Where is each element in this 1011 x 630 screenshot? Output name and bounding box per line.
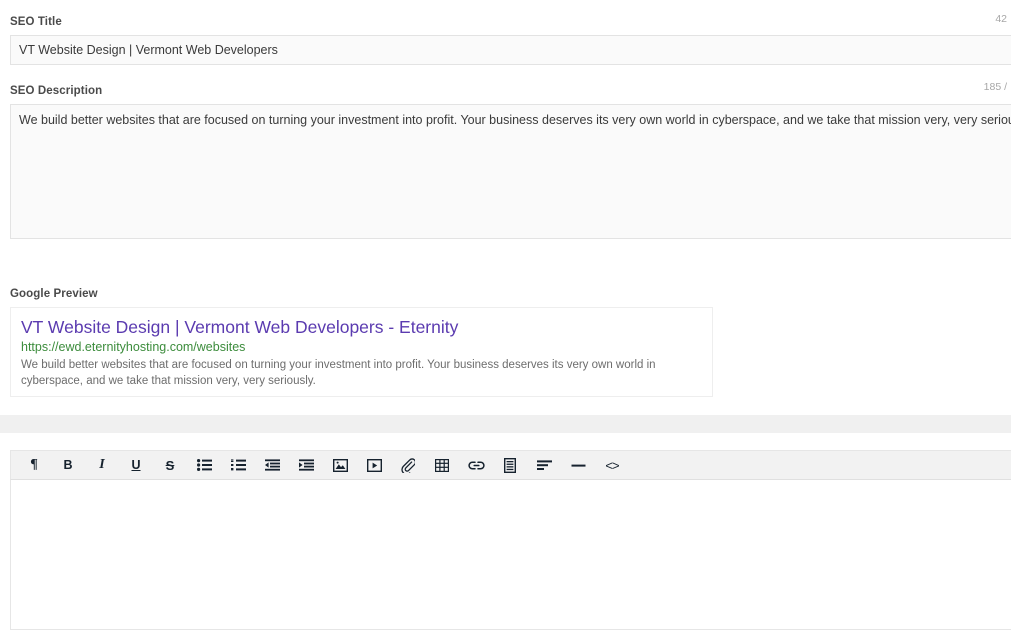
italic-glyph: I bbox=[99, 457, 105, 472]
google-preview-title[interactable]: VT Website Design | Vermont Web Develope… bbox=[21, 317, 702, 338]
code-icon[interactable]: <> bbox=[595, 451, 629, 479]
google-preview-url: https://ewd.eternityhosting.com/websites bbox=[21, 340, 246, 354]
paragraph-icon[interactable]: ¶ bbox=[17, 451, 51, 479]
editor-content-area[interactable] bbox=[10, 480, 1011, 630]
seo-title-input[interactable] bbox=[10, 35, 1011, 65]
underline-icon[interactable]: U bbox=[119, 451, 153, 479]
code-glyph: <> bbox=[605, 457, 619, 473]
italic-icon[interactable]: I bbox=[85, 451, 119, 479]
strikethrough-icon[interactable]: S bbox=[153, 451, 187, 479]
ordered-list-icon[interactable] bbox=[221, 451, 255, 479]
seo-description-char-counter: 185 / bbox=[983, 81, 1007, 93]
seo-description-label-text: SEO Description bbox=[10, 85, 103, 97]
image-icon[interactable] bbox=[323, 451, 357, 479]
seo-title-label-text: SEO Title bbox=[10, 16, 62, 28]
bold-glyph: B bbox=[63, 457, 73, 472]
google-preview-description: We build better websites that are focuse… bbox=[21, 359, 656, 387]
rich-text-editor: ¶ B I U S <> bbox=[10, 450, 1011, 630]
blockquote-icon[interactable] bbox=[493, 451, 527, 479]
seo-description-textarea[interactable] bbox=[10, 104, 1011, 239]
attachment-icon[interactable] bbox=[391, 451, 425, 479]
paragraph-glyph: ¶ bbox=[30, 457, 38, 472]
video-icon[interactable] bbox=[357, 451, 391, 479]
unordered-list-icon[interactable] bbox=[187, 451, 221, 479]
link-icon[interactable] bbox=[459, 451, 493, 479]
google-preview-label-text: Google Preview bbox=[10, 288, 98, 300]
google-preview-label: Google Preview bbox=[10, 285, 98, 303]
editor-toolbar: ¶ B I U S <> bbox=[10, 450, 1011, 480]
underline-glyph: U bbox=[131, 457, 141, 472]
horizontal-rule-icon[interactable] bbox=[561, 451, 595, 479]
google-preview-box: VT Website Design | Vermont Web Develope… bbox=[10, 307, 713, 397]
strikethrough-glyph: S bbox=[165, 457, 175, 473]
bold-icon[interactable]: B bbox=[51, 451, 85, 479]
seo-title-label: SEO Title bbox=[10, 12, 62, 31]
table-icon[interactable] bbox=[425, 451, 459, 479]
indent-icon[interactable] bbox=[289, 451, 323, 479]
align-left-icon[interactable] bbox=[527, 451, 561, 479]
outdent-icon[interactable] bbox=[255, 451, 289, 479]
section-separator-band bbox=[0, 415, 1011, 433]
seo-description-label: SEO Description bbox=[10, 81, 102, 100]
seo-title-char-counter: 42 bbox=[995, 13, 1007, 25]
